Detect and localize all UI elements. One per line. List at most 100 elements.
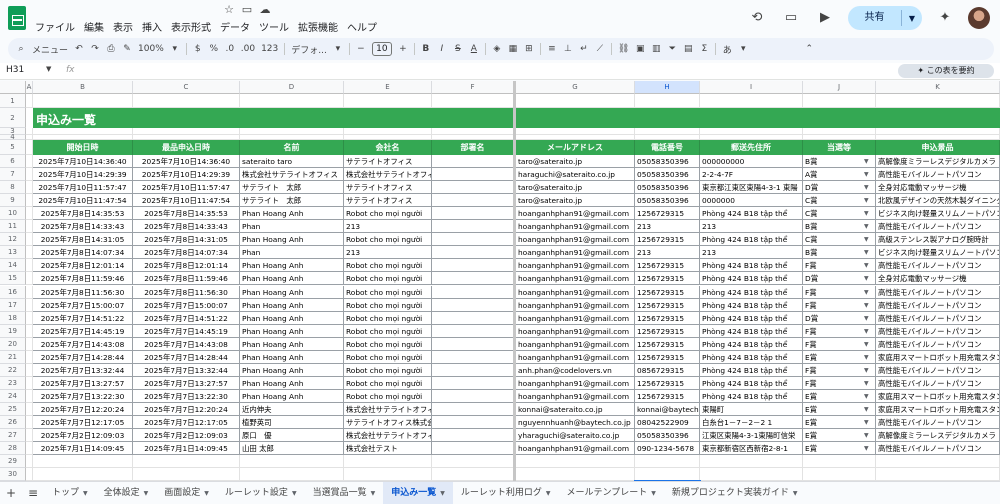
- chevron-down-icon[interactable]: ▼: [864, 302, 869, 309]
- table-cell[interactable]: Phan Hoang Anh: [240, 311, 344, 325]
- menu-item[interactable]: 挿入: [141, 18, 163, 35]
- empty-cell[interactable]: [635, 135, 700, 140]
- table-cell[interactable]: 1256729315: [635, 324, 700, 338]
- table-cell[interactable]: Phòng 424 B18 tập thể: [700, 311, 803, 325]
- table-header-cell[interactable]: 郵送先住所: [700, 140, 803, 155]
- table-cell[interactable]: 江東区東陽4-3-1東陽町信栄: [700, 429, 803, 443]
- table-cell[interactable]: 2025年7月1日14:09:45: [33, 442, 133, 456]
- table-cell[interactable]: 2025年7月2日12:09:03: [33, 429, 133, 443]
- font-select[interactable]: デフォ...: [291, 43, 327, 56]
- text-rotate-icon[interactable]: ⟋: [595, 44, 605, 54]
- table-cell[interactable]: hoanganhphan91@gmail.com: [516, 298, 635, 312]
- table-cell[interactable]: 2025年7月8日14:33:43: [133, 220, 240, 234]
- chevron-down-icon[interactable]: ▼: [864, 158, 869, 165]
- empty-cell[interactable]: [26, 363, 33, 377]
- table-cell[interactable]: 1256729315: [635, 207, 700, 221]
- table-cell[interactable]: hoanganhphan91@gmail.com: [516, 259, 635, 273]
- table-cell[interactable]: hoanganhphan91@gmail.com: [516, 389, 635, 403]
- row-header[interactable]: 1: [0, 94, 26, 108]
- table-cell[interactable]: 2025年7月10日14:36:40: [33, 155, 133, 169]
- empty-cell[interactable]: [876, 135, 1000, 140]
- table-cell[interactable]: 213: [700, 220, 803, 234]
- table-cell[interactable]: 家庭用スマートロボット用充電スタンド: [876, 389, 1000, 403]
- table-cell[interactable]: 2025年7月7日12:20:24: [33, 402, 133, 416]
- row-header[interactable]: 27: [0, 429, 26, 443]
- table-cell[interactable]: 2025年7月7日13:32:44: [33, 363, 133, 377]
- table-cell[interactable]: [432, 181, 514, 195]
- table-cell[interactable]: [432, 324, 514, 338]
- table-cell[interactable]: [432, 298, 514, 312]
- table-cell[interactable]: [432, 389, 514, 403]
- table-cell[interactable]: 2025年7月10日11:57:47: [33, 181, 133, 195]
- table-cell[interactable]: Phan Hoang Anh: [240, 376, 344, 390]
- row-header[interactable]: 20: [0, 337, 26, 351]
- table-cell[interactable]: 2025年7月8日14:31:05: [133, 233, 240, 247]
- table-cell[interactable]: [432, 259, 514, 273]
- table-cell[interactable]: Phòng 424 B18 tập thể: [700, 376, 803, 390]
- table-cell[interactable]: Robot cho mọi người: [344, 337, 432, 351]
- table-cell[interactable]: hoanganhphan91@gmail.com: [516, 376, 635, 390]
- chevron-down-icon[interactable]: ▼: [902, 14, 922, 23]
- table-cell[interactable]: 1256729315: [635, 272, 700, 286]
- table-cell[interactable]: 0000000: [700, 194, 803, 208]
- table-cell[interactable]: Phan: [240, 246, 344, 260]
- empty-cell[interactable]: [432, 135, 514, 140]
- row-header[interactable]: 14: [0, 259, 26, 273]
- row-header[interactable]: 17: [0, 298, 26, 312]
- insert-chart-icon[interactable]: ▥: [651, 44, 661, 54]
- increase-decimal-button[interactable]: .00: [241, 44, 255, 54]
- table-cell[interactable]: 2025年7月7日14:43:08: [133, 337, 240, 351]
- table-cell[interactable]: Phan Hoang Anh: [240, 233, 344, 247]
- table-header-cell[interactable]: 電話番号: [635, 140, 700, 155]
- table-cell[interactable]: 2025年7月8日12:01:14: [133, 259, 240, 273]
- empty-cell[interactable]: [876, 94, 1000, 108]
- row-header[interactable]: 30: [0, 468, 26, 481]
- input-tools-button[interactable]: あ: [722, 43, 732, 56]
- row-header[interactable]: 21: [0, 350, 26, 364]
- table-cell[interactable]: 2025年7月7日13:22:30: [133, 389, 240, 403]
- empty-cell[interactable]: [26, 350, 33, 364]
- empty-cell[interactable]: [344, 455, 432, 469]
- table-cell[interactable]: [432, 194, 514, 208]
- percent-format-button[interactable]: %: [209, 44, 219, 54]
- row-header[interactable]: 13: [0, 246, 26, 260]
- chevron-down-icon[interactable]: ▼: [864, 432, 869, 439]
- table-cell[interactable]: Robot cho mọi người: [344, 311, 432, 325]
- table-cell[interactable]: ビジネス向け軽量スリムノートパソコン: [876, 207, 1000, 221]
- empty-cell[interactable]: [26, 140, 33, 155]
- select-all-corner[interactable]: [0, 81, 26, 94]
- empty-cell[interactable]: [700, 128, 803, 135]
- sheet-tab[interactable]: 全体設定 ▼: [96, 482, 157, 504]
- row-header[interactable]: 9: [0, 194, 26, 208]
- table-cell[interactable]: 2025年7月7日13:27:57: [133, 376, 240, 390]
- empty-cell[interactable]: [635, 468, 700, 481]
- table-cell[interactable]: 高性能モバイルノートパソコン: [876, 311, 1000, 325]
- chevron-down-icon[interactable]: ▼: [864, 380, 869, 387]
- chevron-down-icon[interactable]: ▼: [864, 289, 869, 296]
- table-cell[interactable]: Phan Hoang Anh: [240, 207, 344, 221]
- table-cell[interactable]: [432, 429, 514, 443]
- row-header[interactable]: 11: [0, 220, 26, 234]
- row-header[interactable]: 6: [0, 155, 26, 169]
- table-cell[interactable]: 高性能モバイルノートパソコン: [876, 416, 1000, 430]
- font-size-decrease-button[interactable]: −: [356, 44, 366, 54]
- empty-cell[interactable]: [26, 337, 33, 351]
- empty-cell[interactable]: [133, 455, 240, 469]
- chevron-down-icon[interactable]: ▼: [864, 393, 869, 400]
- empty-cell[interactable]: [516, 94, 635, 108]
- table-cell[interactable]: [432, 285, 514, 299]
- table-cell[interactable]: 05058350396: [635, 429, 700, 443]
- all-sheets-icon[interactable]: ≡: [22, 486, 44, 500]
- sheet-tab[interactable]: ルーレット設定 ▼: [217, 482, 305, 504]
- table-cell[interactable]: 2025年7月8日11:56:30: [133, 285, 240, 299]
- table-cell[interactable]: サテライトオフィス株式会社: [344, 416, 432, 430]
- table-cell[interactable]: 2025年7月8日14:07:34: [133, 246, 240, 260]
- empty-cell[interactable]: [803, 455, 876, 469]
- column-header-f[interactable]: F: [432, 81, 514, 94]
- table-cell[interactable]: 2-2-4-7F: [700, 168, 803, 182]
- row-header[interactable]: 12: [0, 233, 26, 247]
- table-cell[interactable]: 2025年7月7日15:00:07: [133, 298, 240, 312]
- table-cell[interactable]: 2025年7月7日14:28:44: [133, 350, 240, 364]
- row-header[interactable]: 25: [0, 402, 26, 416]
- merge-cells-icon[interactable]: ⊞: [524, 44, 534, 54]
